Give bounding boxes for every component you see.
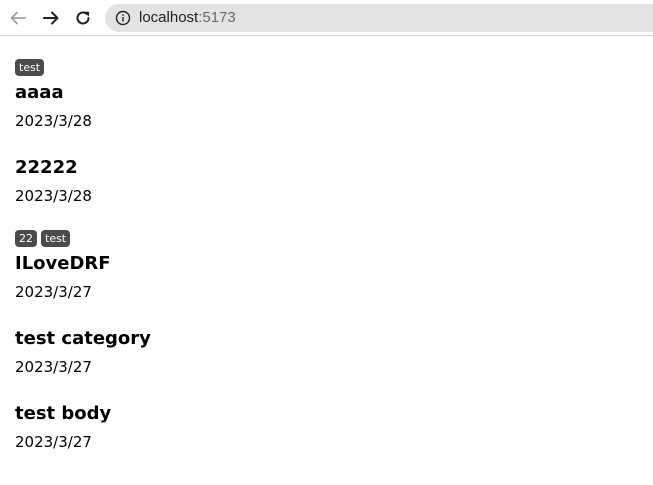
address-bar[interactable]: localhost:5173 <box>105 4 653 32</box>
tag-badge[interactable]: 22 <box>15 230 37 247</box>
tag-list: 22 test <box>15 230 71 247</box>
reload-button[interactable] <box>72 7 94 29</box>
post-title[interactable]: test category <box>15 328 151 350</box>
post-date: 2023/3/28 <box>15 187 92 205</box>
browser-toolbar: localhost:5173 <box>0 0 653 36</box>
back-button[interactable] <box>7 7 29 29</box>
post-date: 2023/3/27 <box>15 433 92 451</box>
post-title[interactable]: aaaa <box>15 82 64 104</box>
post-title[interactable]: test body <box>15 403 111 425</box>
url-host: localhost <box>139 9 199 26</box>
tag-badge[interactable]: test <box>41 230 71 247</box>
post-date: 2023/3/28 <box>15 112 92 130</box>
post-date: 2023/3/27 <box>15 358 92 376</box>
url-text[interactable]: localhost:5173 <box>139 9 236 27</box>
tag-badge[interactable]: test <box>15 59 45 76</box>
arrow-right-icon <box>43 11 59 25</box>
arrow-left-icon <box>10 11 26 25</box>
reload-icon <box>76 11 90 25</box>
url-port: :5173 <box>198 9 236 26</box>
post-title[interactable]: 22222 <box>15 157 78 179</box>
forward-button[interactable] <box>40 7 62 29</box>
info-icon[interactable] <box>115 10 131 26</box>
post-date: 2023/3/27 <box>15 283 92 301</box>
tag-list: test <box>15 59 45 76</box>
post-title[interactable]: ILoveDRF <box>15 253 111 275</box>
